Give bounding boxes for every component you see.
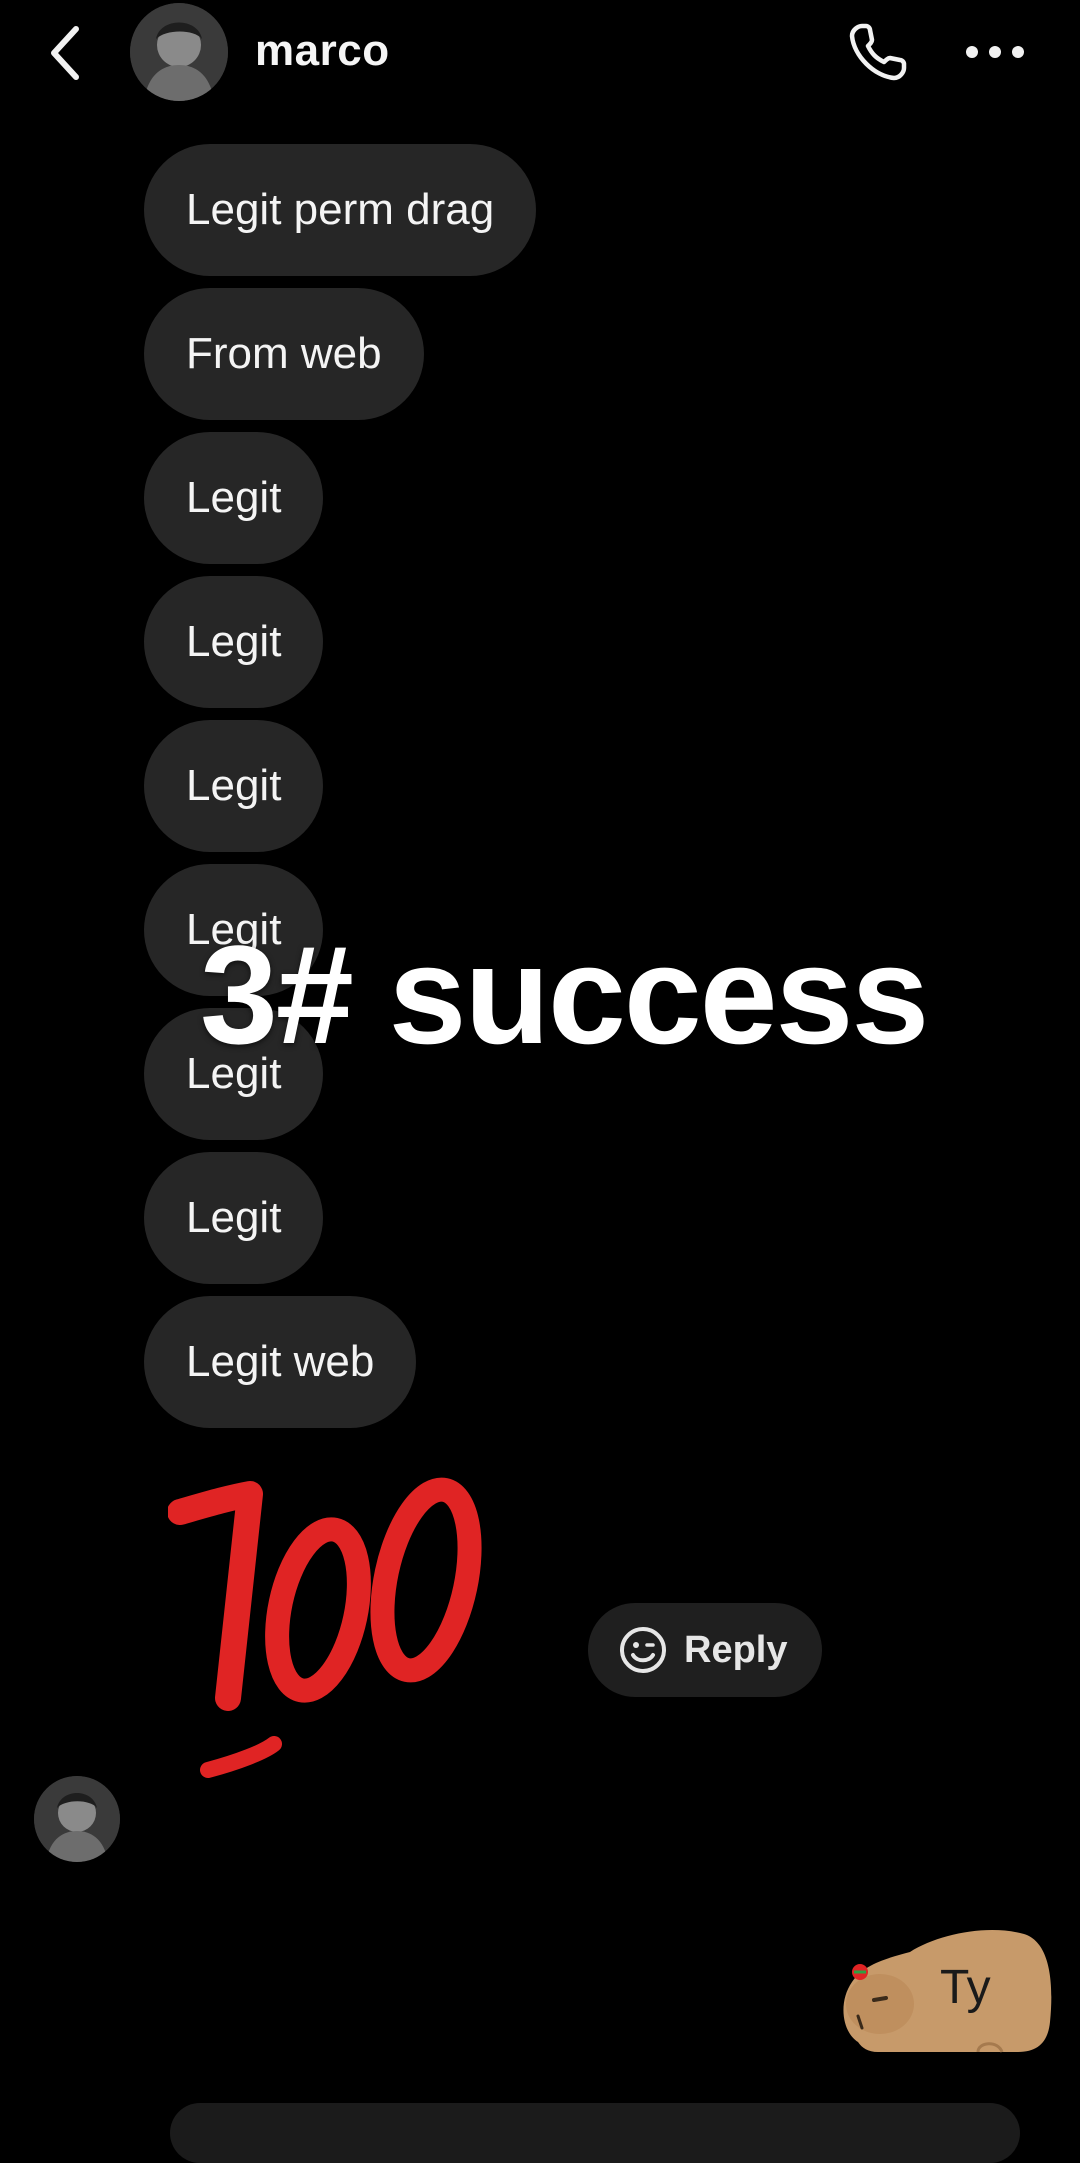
chevron-left-icon <box>51 26 79 80</box>
message-bubble[interactable]: Legit perm drag <box>144 144 537 276</box>
message-composer[interactable] <box>170 2103 1020 2163</box>
message-bubble[interactable]: Legit web <box>144 1296 417 1428</box>
message-bubble[interactable]: From web <box>144 288 424 420</box>
chat-header: marco <box>0 0 1080 110</box>
avatar[interactable] <box>130 3 228 101</box>
hundred-points-icon <box>167 1477 482 1778</box>
reply-button[interactable]: Reply <box>588 1603 822 1697</box>
back-button[interactable] <box>40 20 90 86</box>
more-options-button[interactable] <box>960 24 1030 80</box>
profile-photo <box>130 3 228 101</box>
message-bubble[interactable]: Legit <box>144 432 324 564</box>
message-bubble[interactable]: Legit <box>144 720 324 852</box>
overlay-caption: 3# success <box>200 916 929 1073</box>
message-bubble[interactable]: Legit <box>144 576 324 708</box>
chat-title[interactable]: marco <box>255 26 390 76</box>
sender-avatar[interactable] <box>34 1776 120 1862</box>
more-horizontal-icon <box>966 46 1024 58</box>
reply-label: Reply <box>684 1628 788 1671</box>
phone-icon <box>849 23 907 81</box>
sticker-text: Ty <box>940 1961 991 2014</box>
message-bubble[interactable]: Legit <box>144 1152 324 1284</box>
smiley-icon <box>620 1627 666 1673</box>
call-button[interactable] <box>840 14 916 90</box>
profile-photo <box>34 1776 120 1862</box>
emoji-message[interactable] <box>167 1440 528 1800</box>
